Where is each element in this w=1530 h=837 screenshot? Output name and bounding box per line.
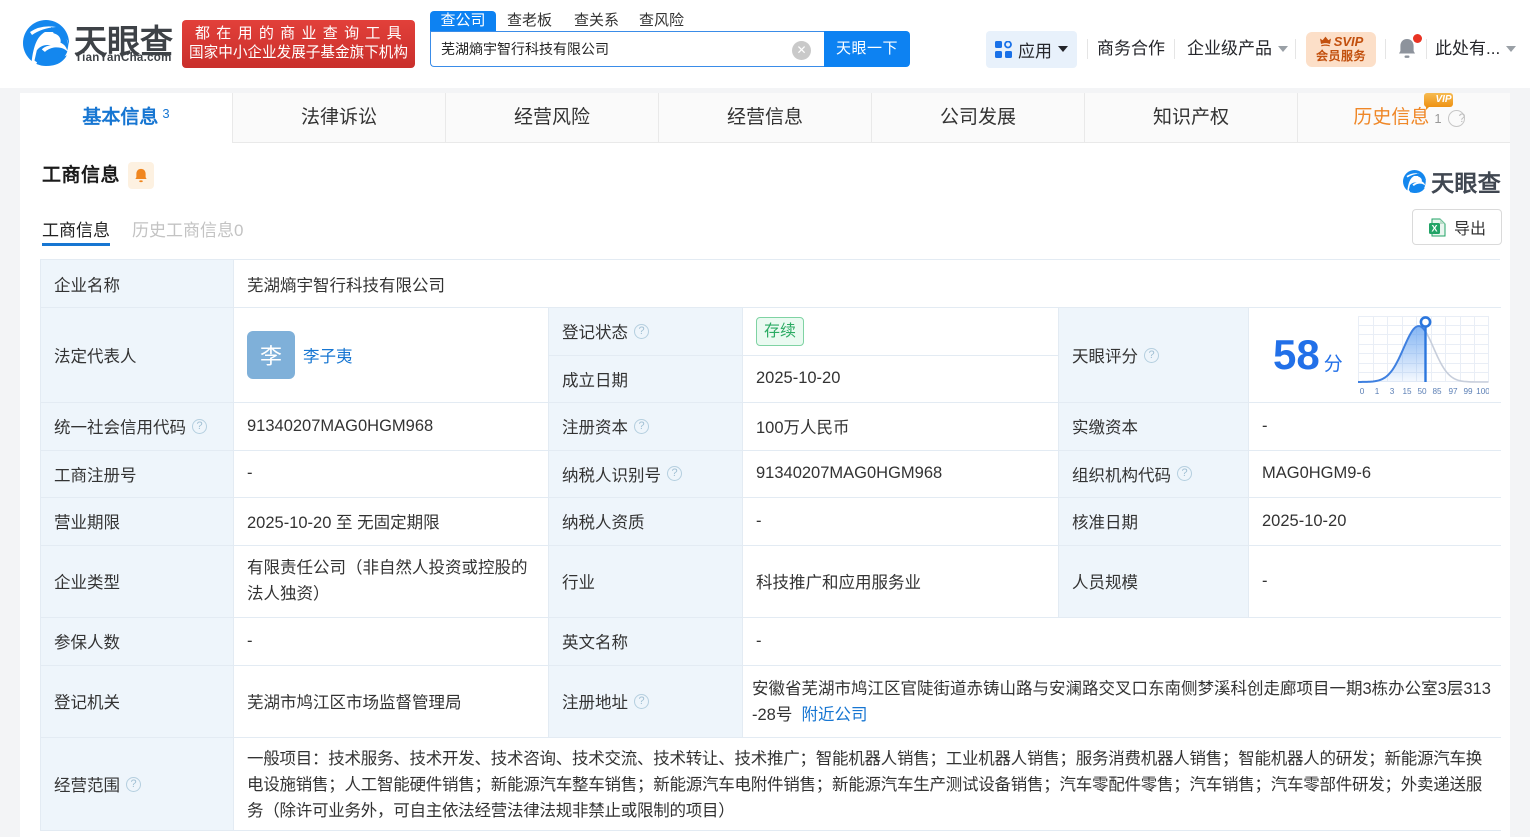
svg-text:97: 97 bbox=[1448, 387, 1458, 395]
svg-text:99: 99 bbox=[1463, 387, 1473, 395]
svg-text:1: 1 bbox=[1375, 387, 1380, 395]
svg-text:3: 3 bbox=[1390, 387, 1395, 395]
svg-text:X: X bbox=[1431, 223, 1437, 233]
svg-text:50: 50 bbox=[1417, 387, 1427, 395]
svg-text:85: 85 bbox=[1432, 387, 1442, 395]
svg-text:15: 15 bbox=[1402, 387, 1412, 395]
svg-text:0: 0 bbox=[1360, 387, 1365, 395]
svg-text:100: 100 bbox=[1476, 387, 1489, 395]
